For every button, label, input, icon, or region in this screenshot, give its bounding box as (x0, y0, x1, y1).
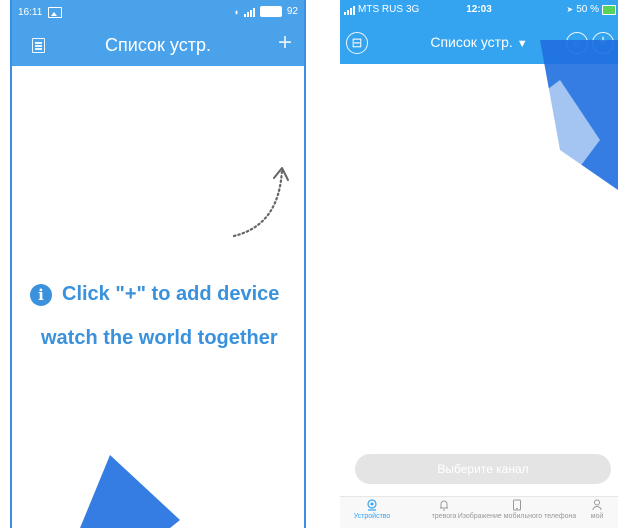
location-icon: ➤ (566, 5, 574, 14)
bell-icon (440, 500, 448, 511)
hint-line-2: watch the world together (41, 327, 278, 349)
battery-icon (602, 4, 616, 15)
image-notification-icon (48, 7, 62, 18)
hint-line-1: Click "+" to add device (62, 283, 280, 305)
phone-icon (513, 499, 521, 511)
select-channel-button[interactable]: Выберите канал (355, 454, 611, 484)
chevron-down-icon: ▼ (516, 38, 528, 50)
app-header: ⊟ Список устр. ▼ ⌕ + (340, 20, 618, 64)
search-icon[interactable]: ⌕ (566, 32, 588, 54)
android-screen: 16:11 ◖ 92 Список устр. + i Click "+" to… (10, 0, 306, 528)
battery-icon (259, 6, 282, 17)
battery-level: 50 % (576, 4, 599, 15)
tab-devices[interactable]: Устройство (342, 499, 402, 520)
status-time: 16:11 (18, 7, 43, 18)
page-title: Список устр. (430, 34, 513, 50)
tab-phone-images[interactable]: Изображение мобильного телефона (452, 499, 582, 520)
signal-icon (243, 7, 255, 17)
status-bar: 16:11 ◖ 92 (12, 0, 304, 26)
user-icon (592, 499, 602, 511)
curved-arrow-icon (232, 167, 289, 238)
ios-screen: MTS RUS 3G 12:03 ➤ 50 % ⊟ Список устр. ▼ … (340, 0, 618, 528)
camera-icon (367, 499, 377, 511)
add-device-button[interactable]: + (278, 31, 292, 55)
status-bar: MTS RUS 3G 12:03 ➤ 50 % (340, 0, 618, 20)
add-device-button[interactable]: + (592, 32, 614, 54)
info-icon: i (30, 283, 52, 306)
page-title: Список устр. (105, 35, 211, 55)
battery-level: 92 (286, 6, 298, 17)
tab-me[interactable]: мой (584, 499, 610, 520)
alarm-icon: ◖ (233, 6, 239, 17)
tab-bar: Устройство тревога Изображение мобильног… (340, 496, 618, 528)
app-header: Список устр. + (12, 26, 304, 66)
